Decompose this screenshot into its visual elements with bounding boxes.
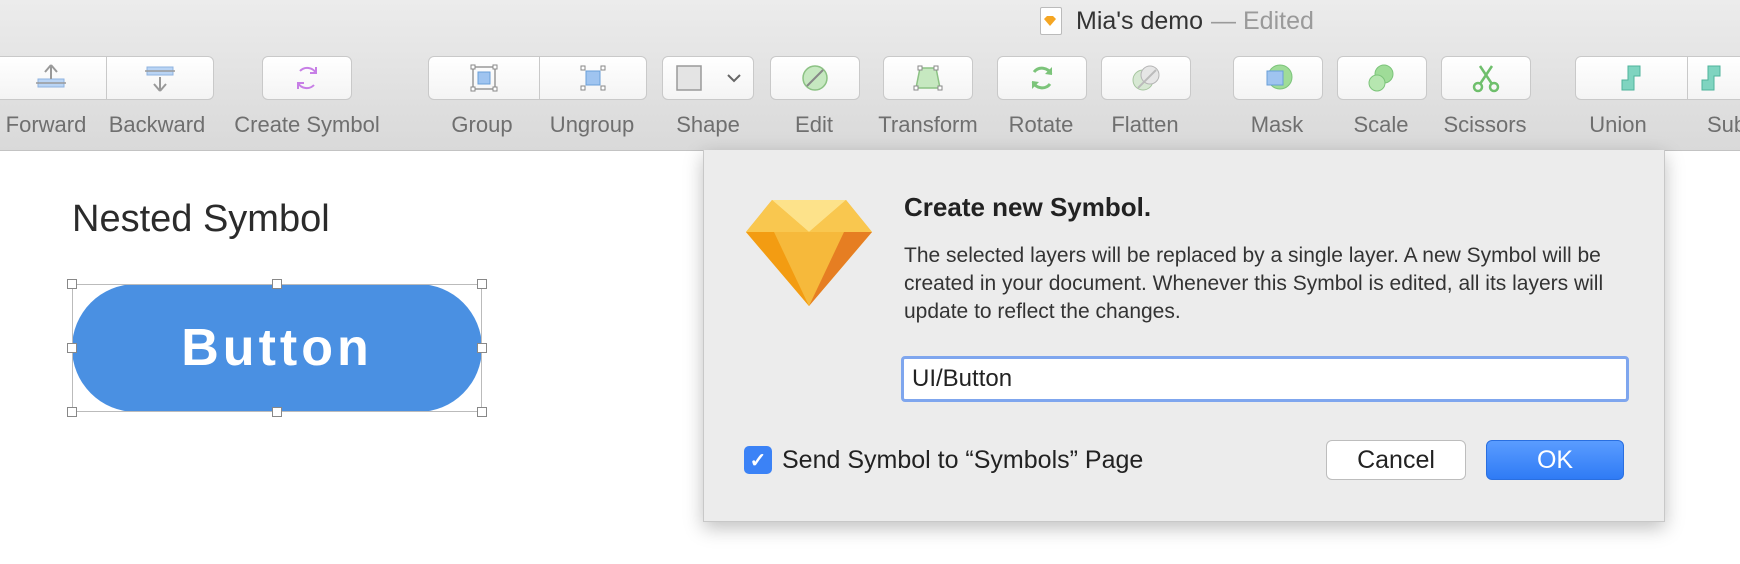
create-symbol-button[interactable] [262, 56, 352, 100]
symbol-name-input[interactable] [901, 356, 1629, 402]
edit-button[interactable] [770, 56, 860, 100]
shape-button[interactable] [662, 56, 754, 100]
shape-label: Shape [676, 112, 740, 137]
ungroup-icon [580, 65, 606, 91]
rotate-button[interactable] [997, 56, 1087, 100]
forward-label: Forward [5, 112, 87, 137]
transform-button[interactable] [883, 56, 973, 100]
union-label: Union [1589, 112, 1647, 137]
subtract-label: Subtra [1707, 112, 1740, 137]
ungroup-label: Ungroup [549, 112, 635, 137]
forward-button[interactable] [0, 56, 107, 100]
scissors-icon [1472, 65, 1500, 93]
rotate-icon [1031, 66, 1053, 90]
resize-handle-bottom[interactable] [272, 407, 282, 417]
mask-label: Mask [1250, 112, 1304, 137]
backward-label: Backward [108, 112, 206, 137]
mask-button[interactable] [1233, 56, 1323, 100]
group-icon [470, 64, 498, 92]
chevron-down-icon [726, 74, 741, 83]
resize-handle-bottom-right[interactable] [477, 407, 487, 417]
resize-handle-top-left[interactable] [67, 279, 77, 289]
checkmark-icon: ✓ [749, 449, 767, 472]
resize-handle-left[interactable] [67, 343, 77, 353]
group-label: Group [451, 112, 513, 137]
bring-forward-icon [35, 64, 66, 88]
backward-button[interactable] [107, 56, 214, 100]
cancel-button[interactable]: Cancel [1326, 440, 1466, 480]
create-symbol-dialog: Create new Symbol. The selected layers w… [703, 150, 1665, 522]
resize-handle-top-right[interactable] [477, 279, 487, 289]
send-to-symbols-page-checkbox[interactable]: ✓ [744, 446, 772, 474]
subtract-button[interactable] [1688, 56, 1740, 100]
dialog-title: Create new Symbol. [904, 192, 1152, 222]
sketch-diamond-icon [746, 200, 872, 306]
union-icon [1621, 65, 1640, 91]
scale-button[interactable] [1337, 56, 1427, 100]
transform-label: Transform [878, 112, 978, 137]
group-button[interactable] [428, 56, 540, 100]
scissors-label: Scissors [1443, 112, 1527, 137]
shape-icon [675, 65, 702, 91]
union-button[interactable] [1575, 56, 1688, 100]
edited-status: — Edited [1211, 6, 1314, 35]
ok-button[interactable]: OK [1486, 440, 1624, 480]
flatten-icon [1132, 65, 1160, 91]
resize-handle-right[interactable] [477, 343, 487, 353]
mask-icon [1266, 64, 1293, 90]
window-toolbar: Mia's demo — Edited Forward Backward Cre… [0, 0, 1740, 151]
edit-icon [802, 65, 828, 91]
rotate-label: Rotate [1008, 112, 1074, 137]
subtract-icon [1701, 65, 1721, 91]
scale-label: Scale [1353, 112, 1409, 137]
resize-handle-top[interactable] [272, 279, 282, 289]
resize-handle-bottom-left[interactable] [67, 407, 77, 417]
flatten-label: Flatten [1111, 112, 1179, 137]
button-symbol-layer[interactable]: Button [72, 284, 482, 412]
document-name: Mia's demo [1076, 6, 1204, 35]
scale-icon [1368, 64, 1394, 92]
create-symbol-icon [297, 66, 317, 90]
window-title: Mia's demo — Edited [1040, 4, 1314, 38]
artboard-heading: Nested Symbol [72, 198, 330, 240]
dialog-message: The selected layers will be replaced by … [904, 244, 1604, 323]
transform-icon [913, 65, 943, 91]
document-icon [1040, 7, 1062, 35]
send-backward-icon [145, 66, 175, 92]
edit-label: Edit [795, 112, 833, 137]
send-to-symbols-page-label[interactable]: Send Symbol to “Symbols” Page [782, 446, 1143, 475]
scissors-button[interactable] [1441, 56, 1531, 100]
ungroup-button[interactable] [540, 56, 647, 100]
flatten-button[interactable] [1101, 56, 1191, 100]
create-symbol-label: Create Symbol [234, 112, 380, 137]
